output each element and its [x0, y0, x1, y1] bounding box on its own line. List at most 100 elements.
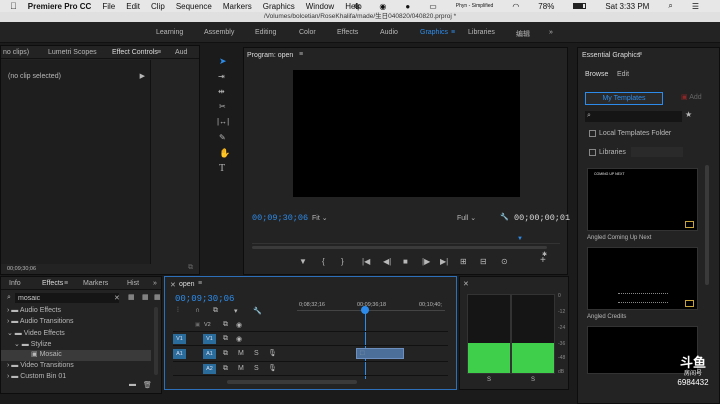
- tab-effect-controls[interactable]: Effect Controls: [112, 49, 158, 56]
- menu-edit[interactable]: Edit: [126, 2, 140, 11]
- template-thumbnail-coming-up-next[interactable]: COMING UP NEXT: [587, 168, 698, 231]
- timeline-menu-icon[interactable]: ≡: [198, 280, 202, 287]
- tab-history[interactable]: Hist: [127, 280, 139, 287]
- workspace-editing[interactable]: Editing: [255, 29, 276, 36]
- menu-sequence[interactable]: Sequence: [176, 2, 212, 11]
- search-icon[interactable]: ⌕: [668, 1, 672, 11]
- libraries-checkbox[interactable]: [589, 149, 596, 156]
- battery-icon[interactable]: [573, 3, 587, 9]
- tab-info[interactable]: Info: [9, 280, 21, 287]
- playhead-handle[interactable]: [361, 306, 369, 314]
- microphone-icon[interactable]: 🎙: [268, 349, 277, 357]
- program-video-frame[interactable]: [293, 70, 520, 197]
- tab-effects[interactable]: Effects: [42, 280, 63, 287]
- snap-icon[interactable]: ∩: [195, 307, 200, 314]
- panel-menu-icon[interactable]: ≡: [157, 49, 161, 56]
- local-templates-checkbox[interactable]: [589, 130, 596, 137]
- effects-scrollbar[interactable]: [154, 307, 158, 375]
- track-label[interactable]: V2: [204, 322, 211, 328]
- tab-browse[interactable]: Browse: [585, 71, 608, 78]
- new-bin-icon[interactable]: ▬: [129, 381, 136, 388]
- toggle-output-icon[interactable]: ⧉: [223, 365, 228, 373]
- marker-icon[interactable]: ▾: [234, 307, 238, 315]
- menu-graphics[interactable]: Graphics: [263, 2, 295, 11]
- workspace-learning[interactable]: Learning: [156, 29, 183, 36]
- tree-audio-effects[interactable]: › ▬ Audio Effects: [7, 307, 61, 314]
- mute-button[interactable]: M: [238, 350, 244, 357]
- razor-icon[interactable]: ✂: [219, 102, 226, 111]
- pen-icon[interactable]: ✎: [219, 133, 226, 142]
- timeline-scrollbar[interactable]: [227, 380, 357, 384]
- workspace-assembly[interactable]: Assembly: [204, 29, 234, 36]
- wifi-icon[interactable]: ◠: [512, 2, 519, 11]
- tab-audio[interactable]: Aud: [175, 49, 187, 56]
- list-icon[interactable]: ☰: [692, 2, 699, 11]
- program-zoom-bar[interactable]: [252, 246, 547, 249]
- add-button[interactable]: ▣ Add: [681, 93, 702, 101]
- solo-left-button[interactable]: S: [487, 377, 491, 383]
- timeline-tab[interactable]: open: [179, 281, 195, 288]
- phyn-label[interactable]: Phyn - Simplified: [456, 3, 494, 9]
- tree-mosaic[interactable]: ▣ Mosaic: [1, 350, 151, 361]
- pinwheel-icon[interactable]: ✻: [354, 2, 361, 11]
- audio-clip[interactable]: ⬚: [356, 348, 404, 359]
- track-label[interactable]: A2: [203, 364, 216, 374]
- tab-source[interactable]: no clips): [3, 49, 29, 56]
- overflow-icon[interactable]: »: [153, 280, 157, 287]
- tab-lumetri-scopes[interactable]: Lumetri Scopes: [48, 49, 97, 56]
- visibility-icon[interactable]: ◉: [236, 335, 242, 343]
- star-icon[interactable]: ★: [685, 110, 692, 119]
- hand-icon[interactable]: ✋: [219, 148, 230, 159]
- meter-close-icon[interactable]: ✕: [463, 280, 469, 288]
- source-a1[interactable]: A1: [173, 349, 186, 359]
- workspace-color[interactable]: Color: [299, 29, 316, 36]
- clock[interactable]: Sat 3:33 PM: [605, 2, 649, 11]
- timeline-timecode[interactable]: 00;09;30;06: [175, 294, 234, 304]
- playhead-marker[interactable]: ▼: [517, 236, 523, 242]
- program-timecode[interactable]: 00;09;30;06: [252, 213, 308, 223]
- fit-dropdown[interactable]: Fit ⌄: [312, 214, 328, 222]
- my-templates-button[interactable]: My Templates: [585, 92, 663, 105]
- stop-icon[interactable]: ■: [403, 257, 408, 266]
- visibility-icon[interactable]: ◉: [236, 321, 242, 329]
- microphone-icon[interactable]: 🎙: [268, 364, 277, 372]
- solo-button[interactable]: S: [254, 350, 259, 357]
- 32bit-effects-icon[interactable]: ▦: [142, 293, 149, 301]
- workspace-effects[interactable]: Effects: [337, 29, 358, 36]
- go-to-out-icon[interactable]: ▶|: [440, 257, 448, 266]
- workspace-menu-icon[interactable]: ≡: [451, 29, 455, 36]
- toggle-sync-lock-icon[interactable]: ▣: [195, 322, 200, 328]
- panel-menu-icon[interactable]: ≡: [64, 280, 68, 287]
- tree-stylize[interactable]: ⌄ ▬ Stylize: [14, 340, 51, 348]
- tab-markers[interactable]: Markers: [83, 280, 108, 287]
- clear-search-icon[interactable]: ✕: [114, 294, 120, 302]
- selection-tool-icon[interactable]: ➤: [219, 56, 227, 67]
- solo-button[interactable]: S: [254, 365, 259, 372]
- program-menu-icon[interactable]: ≡: [299, 51, 303, 58]
- libraries-dropdown[interactable]: [631, 147, 683, 157]
- step-back-icon[interactable]: ◀|: [383, 257, 391, 266]
- lift-icon[interactable]: ⊞: [460, 257, 467, 266]
- app-menu[interactable]: Premiere Pro CC: [28, 2, 92, 11]
- program-timebar[interactable]: ▼: [252, 234, 560, 244]
- workspace-audio[interactable]: Audio: [380, 29, 398, 36]
- wechat-icon[interactable]: ◉: [379, 2, 386, 11]
- linked-icon[interactable]: ⧉: [213, 307, 218, 315]
- workspace-libraries[interactable]: Libraries: [468, 29, 495, 36]
- delete-icon[interactable]: 🗑: [143, 381, 152, 389]
- timeline-close-icon[interactable]: ✕: [170, 281, 176, 289]
- tree-custom-bin[interactable]: › ▬ Custom Bin 01: [7, 373, 66, 380]
- type-icon[interactable]: T: [219, 163, 225, 174]
- effects-search-input[interactable]: [15, 293, 119, 303]
- timeline-v-scroll[interactable]: [447, 319, 452, 379]
- nest-icon[interactable]: ⫶: [177, 307, 179, 315]
- toggle-output-icon[interactable]: ⧉: [223, 321, 228, 329]
- menu-clip[interactable]: Clip: [151, 2, 165, 11]
- accelerated-effects-icon[interactable]: ▦: [128, 293, 135, 301]
- play-only-icon[interactable]: ▶: [140, 72, 145, 80]
- timeline-settings-icon[interactable]: 🔧: [253, 307, 262, 315]
- track-label[interactable]: V1: [203, 334, 216, 344]
- settings-icon[interactable]: ✱: [542, 251, 547, 258]
- timeline-ruler[interactable]: 0;08;32;16 00;09;36;18 00;10;40;: [297, 300, 447, 316]
- mark-out-icon[interactable]: }: [341, 257, 344, 266]
